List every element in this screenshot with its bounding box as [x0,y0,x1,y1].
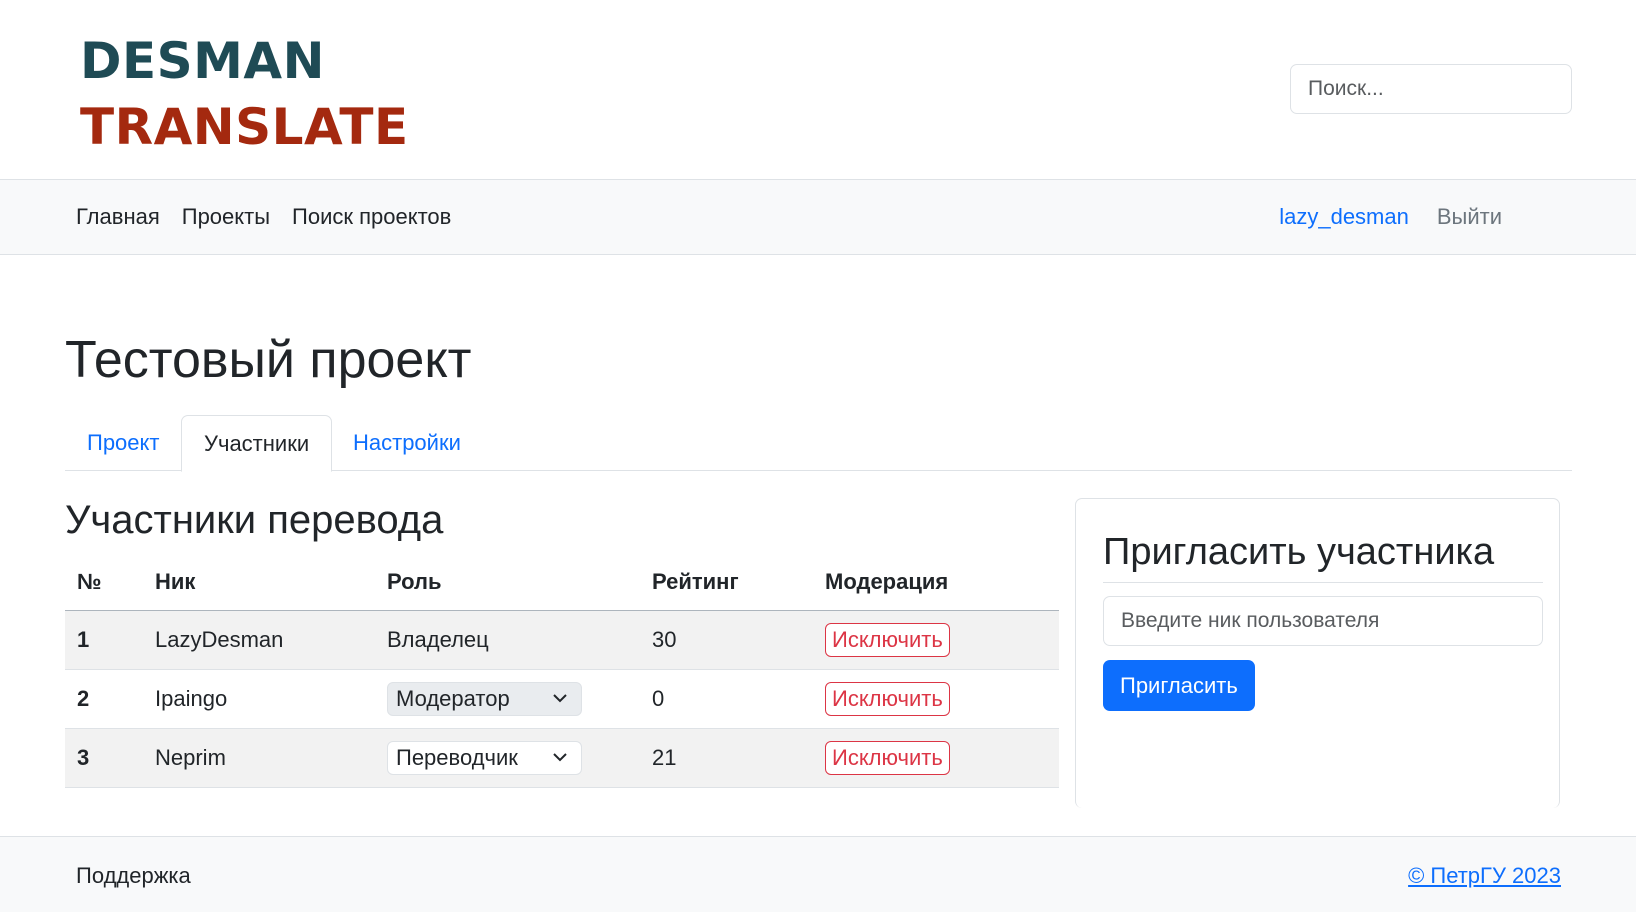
project-tabs: Проект Участники Настройки [65,415,1572,472]
exclude-button[interactable]: Исключить [825,681,950,716]
role-select[interactable]: Переводчик [387,740,582,775]
invite-card: Пригласить участника Пригласить [1075,498,1560,808]
row-nick: LazyDesman [143,610,375,670]
main-navbar: Главная Проекты Поиск проектов lazy_desm… [0,179,1636,255]
row-moderation: Исключить [813,728,1059,788]
footer-copyright-link[interactable]: © ПетрГУ 2023 [1408,863,1561,889]
members-section-title: Участники перевода [65,498,444,542]
row-number: 2 [65,669,143,729]
site-header: DESMAN TRANSLATE [0,0,1636,179]
nav-username-link[interactable]: lazy_desman [1279,204,1409,230]
row-rating: 0 [640,669,813,729]
chevron-down-icon [553,749,567,767]
role-select[interactable]: Модератор [387,681,582,716]
row-number: 3 [65,728,143,788]
table-header-row: № Ник Роль Рейтинг Модерация [65,554,1059,611]
row-nick: Ipaingo [143,669,375,729]
logout-link[interactable]: Выйти [1437,204,1502,230]
column-header-role: Роль [375,554,640,611]
invite-title: Пригласить участника [1103,531,1495,573]
site-logo[interactable]: DESMAN TRANSLATE [80,28,409,160]
nav-links: Главная Проекты Поиск проектов [76,180,451,254]
table-row: 1 LazyDesman Владелец 30 Исключить [65,610,1059,670]
row-role: Владелец [375,610,640,670]
role-select-value: Переводчик [396,744,518,770]
site-footer: Поддержка © ПетрГУ 2023 [0,836,1636,912]
invite-button[interactable]: Пригласить [1103,660,1255,711]
logo-line-desman: DESMAN [80,32,325,90]
tab-settings[interactable]: Настройки [331,415,483,471]
column-header-rating: Рейтинг [640,554,813,611]
nav-link-project-search[interactable]: Поиск проектов [292,204,451,230]
exclude-button[interactable]: Исключить [825,622,950,657]
exclude-button[interactable]: Исключить [825,740,950,775]
tab-members[interactable]: Участники [181,415,333,472]
column-header-number: № [65,554,143,611]
nav-link-home[interactable]: Главная [76,204,160,230]
column-header-moderation: Модерация [813,554,1059,611]
row-moderation: Исключить [813,610,1059,670]
role-select-value: Модератор [396,685,510,711]
members-table: № Ник Роль Рейтинг Модерация 1 LazyDesma… [65,554,1059,788]
footer-support-link[interactable]: Поддержка [76,863,191,889]
row-role: Переводчик [375,728,640,788]
nav-link-projects[interactable]: Проекты [182,204,270,230]
invite-username-input[interactable] [1103,596,1543,646]
page-title: Тестовый проект [65,331,472,389]
tab-project[interactable]: Проект [65,415,181,471]
row-rating: 21 [640,728,813,788]
row-nick: Neprim [143,728,375,788]
table-row: 2 Ipaingo Модератор 0 Исключить [65,669,1059,729]
search-input[interactable] [1290,64,1572,114]
column-header-nick: Ник [143,554,375,611]
logo-line-translate: TRANSLATE [80,98,409,156]
row-role: Модератор [375,669,640,729]
chevron-down-icon [553,690,567,708]
row-rating: 30 [640,610,813,670]
row-moderation: Исключить [813,669,1059,729]
nav-user-area: lazy_desman Выйти [1279,180,1502,254]
row-number: 1 [65,610,143,670]
invite-divider [1103,582,1543,583]
table-row: 3 Neprim Переводчик 21 Исключить [65,728,1059,788]
